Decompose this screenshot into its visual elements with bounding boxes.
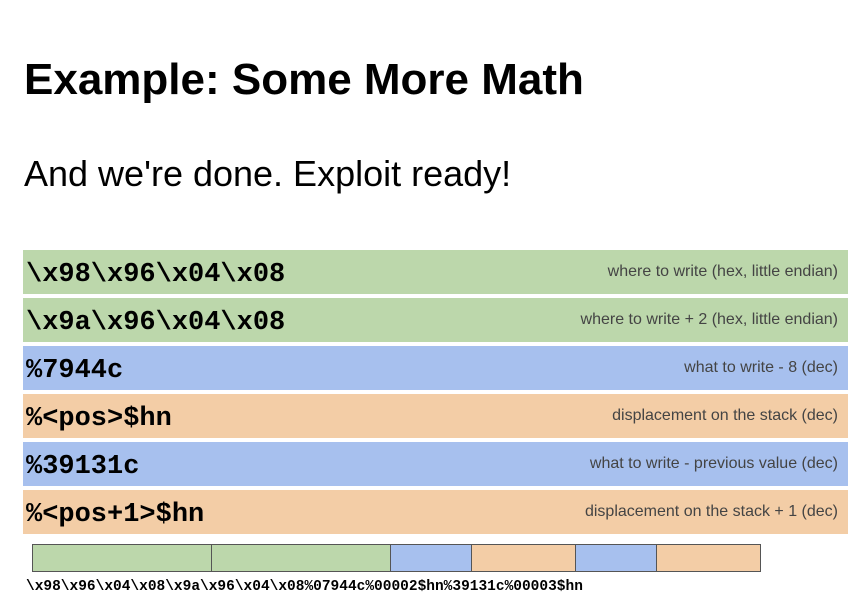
table-row-second-value: %39131c what to write - previous value (…	[23, 442, 848, 486]
slide-subtitle: And we're done. Exploit ready!	[24, 153, 512, 194]
payload-segment-write-address	[33, 545, 212, 571]
table-row-first-value: %7944c what to write - 8 (dec)	[23, 346, 848, 390]
row-code: %7944c	[26, 356, 124, 386]
payload-segment-second-displacement	[657, 545, 760, 571]
row-description: what to write - 8 (dec)	[684, 359, 838, 376]
row-code: %<pos>$hn	[26, 404, 172, 434]
row-description: where to write + 2 (hex, little endian)	[580, 311, 838, 328]
row-description: where to write (hex, little endian)	[607, 263, 838, 280]
format-string-table: \x98\x96\x04\x08 where to write (hex, li…	[23, 250, 848, 538]
table-row-write-address-plus-2: \x9a\x96\x04\x08 where to write + 2 (hex…	[23, 298, 848, 342]
payload-segment-write-address-plus-2	[212, 545, 391, 571]
row-description: displacement on the stack + 1 (dec)	[584, 503, 838, 520]
row-code: \x9a\x96\x04\x08	[26, 308, 286, 338]
row-code: %<pos+1>$hn	[26, 500, 205, 530]
slide: Example: Some More Math And we're done. …	[0, 0, 854, 602]
slide-title: Example: Some More Math	[24, 55, 584, 104]
table-row-second-displacement: %<pos+1>$hn displacement on the stack + …	[23, 490, 848, 534]
payload-segment-first-value	[391, 545, 472, 571]
payload-segment-second-value	[576, 545, 657, 571]
row-code: \x98\x96\x04\x08	[26, 260, 286, 290]
table-row-write-address: \x98\x96\x04\x08 where to write (hex, li…	[23, 250, 848, 294]
payload-segment-bar	[32, 544, 761, 572]
payload-string: \x98\x96\x04\x08\x9a\x96\x04\x08%07944c%…	[26, 579, 583, 595]
row-description: displacement on the stack (dec)	[612, 407, 838, 424]
row-code: %39131c	[26, 452, 140, 482]
table-row-first-displacement: %<pos>$hn displacement on the stack (dec…	[23, 394, 848, 438]
payload-segment-first-displacement	[472, 545, 576, 571]
row-description: what to write - previous value (dec)	[589, 455, 838, 472]
